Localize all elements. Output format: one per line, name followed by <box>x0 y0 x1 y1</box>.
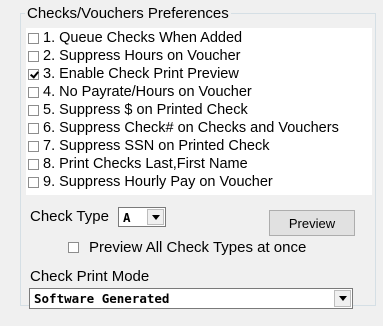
option-last-first-name[interactable]: 8. Print Checks Last,First Name <box>28 155 248 173</box>
group-title: Checks/Vouchers Preferences <box>25 5 231 22</box>
check-type-dropdown-button[interactable] <box>147 209 164 225</box>
option-suppress-hours[interactable]: 2. Suppress Hours on Voucher <box>28 47 240 65</box>
option-label: 1. Queue Checks When Added <box>43 30 243 46</box>
option-no-payrate-hours[interactable]: 4. No Payrate/Hours on Voucher <box>28 83 252 101</box>
option-label: 4. No Payrate/Hours on Voucher <box>43 84 252 100</box>
chevron-down-icon <box>338 296 347 301</box>
checkbox[interactable] <box>28 176 39 188</box>
option-label: 8. Print Checks Last,First Name <box>43 156 248 172</box>
option-suppress-hourly-pay[interactable]: 9. Suppress Hourly Pay on Voucher <box>28 173 273 191</box>
checkbox[interactable] <box>28 32 39 44</box>
option-queue-checks[interactable]: 1. Queue Checks When Added <box>28 29 242 47</box>
option-label: 5. Suppress $ on Printed Check <box>43 102 248 118</box>
checkbox[interactable] <box>68 241 79 253</box>
option-label: 6. Suppress Check# on Checks and Voucher… <box>43 120 339 136</box>
checkbox[interactable] <box>28 68 39 80</box>
checkbox[interactable] <box>28 158 39 170</box>
print-mode-dropdown-button[interactable] <box>334 290 351 307</box>
preferences-checklist[interactable]: 1. Queue Checks When Added 2. Suppress H… <box>26 28 372 195</box>
checkbox[interactable] <box>28 122 39 134</box>
checkbox[interactable] <box>28 86 39 98</box>
preview-button[interactable]: Preview <box>269 210 355 236</box>
option-label: 3. Enable Check Print Preview <box>43 66 239 82</box>
checkbox[interactable] <box>28 140 39 152</box>
option-label: 2. Suppress Hours on Voucher <box>43 48 241 64</box>
option-label: 9. Suppress Hourly Pay on Voucher <box>43 174 273 190</box>
print-mode-select[interactable]: Software Generated <box>29 288 353 309</box>
check-type-select[interactable]: A <box>118 207 166 227</box>
check-type-label: Check Type <box>30 208 109 225</box>
preview-all-label: Preview All Check Types at once <box>89 238 307 256</box>
checkbox[interactable] <box>28 50 39 62</box>
option-suppress-check-number[interactable]: 6. Suppress Check# on Checks and Voucher… <box>28 119 339 137</box>
option-label: 7. Suppress SSN on Printed Check <box>43 138 270 154</box>
option-enable-print-preview[interactable]: 3. Enable Check Print Preview <box>28 65 239 83</box>
print-mode-value: Software Generated <box>34 291 170 306</box>
check-type-value: A <box>123 210 131 225</box>
preview-all-types-option[interactable]: Preview All Check Types at once <box>68 238 306 256</box>
checkbox[interactable] <box>28 104 39 116</box>
print-mode-label: Check Print Mode <box>30 268 150 285</box>
option-suppress-dollar[interactable]: 5. Suppress $ on Printed Check <box>28 101 248 119</box>
chevron-down-icon <box>151 214 160 220</box>
option-suppress-ssn[interactable]: 7. Suppress SSN on Printed Check <box>28 137 269 155</box>
